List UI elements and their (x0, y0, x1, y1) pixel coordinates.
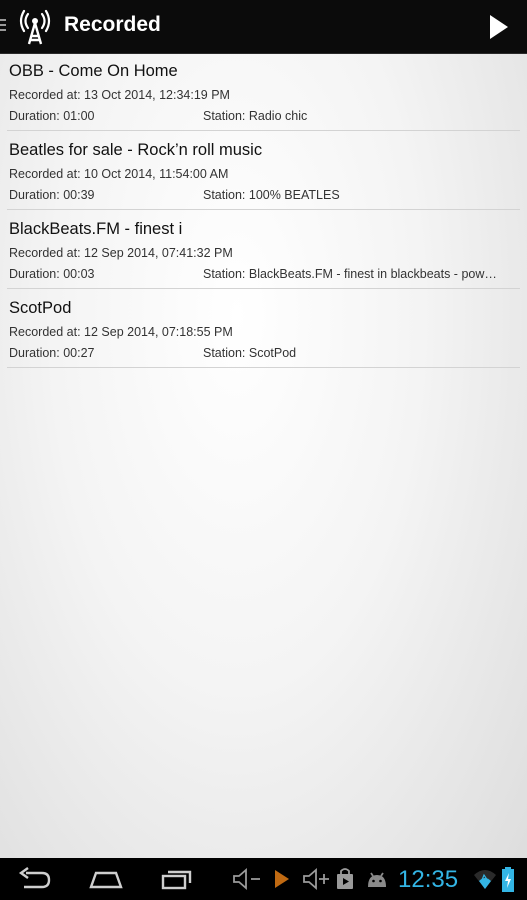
recording-title: OBB - Come On Home (9, 62, 178, 80)
recording-date: Recorded at: 12 Sep 2014, 07:41:32 PM (9, 246, 233, 260)
recording-station: Station: ScotPod (203, 346, 297, 360)
recording-duration: Duration: 01:00 (9, 109, 95, 123)
list-item[interactable]: Beatles for sale - Rock’n roll music Rec… (7, 132, 520, 210)
volume-up-icon[interactable] (302, 867, 330, 891)
recording-date: Recorded at: 12 Sep 2014, 07:18:55 PM (9, 325, 233, 339)
play-icon[interactable] (486, 13, 512, 41)
recordings-list: OBB - Come On Home Recorded at: 13 Oct 2… (0, 53, 527, 369)
recording-date: Recorded at: 13 Oct 2014, 12:34:19 PM (9, 88, 230, 102)
action-bar: Recorded (0, 0, 527, 54)
store-icon (337, 868, 353, 889)
recording-duration: Duration: 00:27 (9, 346, 95, 360)
recording-date: Recorded at: 10 Oct 2014, 11:54:00 AM (9, 167, 229, 181)
volume-down-icon[interactable] (232, 867, 262, 891)
battery-charging-icon (502, 867, 514, 892)
recording-title: ScotPod (9, 299, 72, 317)
recording-station: Station: 100% BEATLES (203, 188, 340, 202)
wifi-icon (474, 870, 496, 889)
back-icon[interactable] (18, 867, 52, 891)
recording-duration: Duration: 00:39 (9, 188, 95, 202)
recording-station: Station: Radio chic (203, 109, 308, 123)
media-playing-icon (275, 870, 289, 888)
radio-tower-icon[interactable] (19, 9, 51, 45)
page-title: Recorded (64, 13, 161, 36)
recording-duration: Duration: 00:03 (9, 267, 95, 281)
status-clock: 12:35 (398, 866, 459, 893)
recording-station: Station: BlackBeats.FM - finest in black… (203, 267, 497, 281)
android-debug-icon (368, 872, 386, 887)
list-item[interactable]: BlackBeats.FM - finest i Recorded at: 12… (7, 211, 520, 289)
list-item[interactable]: ScotPod Recorded at: 12 Sep 2014, 07:18:… (7, 290, 520, 368)
drawer-indicator-icon[interactable] (0, 19, 6, 34)
system-navigation-bar: 12:35 (0, 858, 527, 900)
recent-apps-icon[interactable] (160, 867, 194, 891)
home-icon[interactable] (88, 867, 124, 891)
recording-title: Beatles for sale - Rock’n roll music (9, 141, 263, 159)
recording-title: BlackBeats.FM - finest i (9, 220, 183, 238)
list-item[interactable]: OBB - Come On Home Recorded at: 13 Oct 2… (7, 53, 520, 131)
